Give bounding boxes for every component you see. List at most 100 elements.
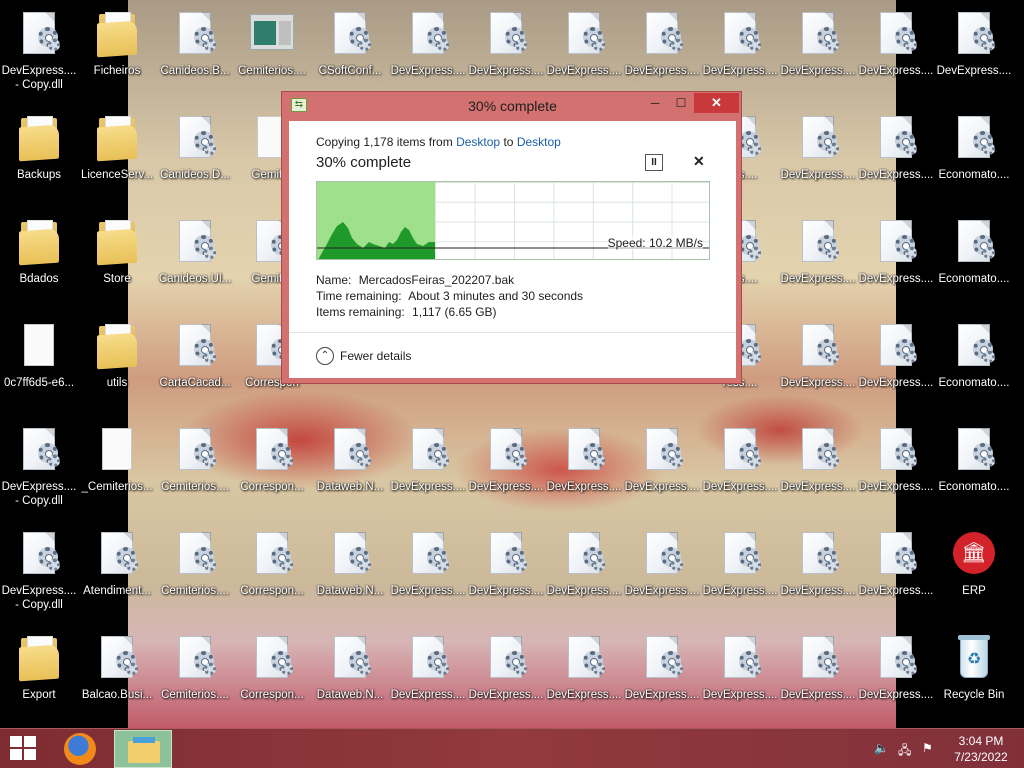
desktop-icon[interactable]: G	[1013, 524, 1024, 624]
desktop-icon[interactable]: DevExpress....	[389, 4, 467, 104]
desktop-icon[interactable]: DevExpress....	[857, 4, 935, 104]
source-link[interactable]: Desktop	[456, 135, 500, 149]
desktop-icon[interactable]: Canideos.B...	[156, 4, 234, 104]
desktop-icon-label: DevExpress....	[624, 481, 700, 493]
desktop-icon[interactable]: DevExpress....	[857, 316, 935, 416]
desktop-icon[interactable]: DevExpress....	[857, 108, 935, 208]
desktop-icon[interactable]: DevExpress....	[701, 4, 779, 104]
speaker-muted-icon[interactable]: 🔈	[874, 741, 889, 755]
desktop-icon[interactable]: F	[1013, 212, 1024, 312]
desktop-icon[interactable]: DevExpress....	[467, 628, 545, 728]
desktop-icon[interactable]: DevExpress....	[545, 628, 623, 728]
desktop-icon[interactable]: Economato....	[935, 420, 1013, 520]
desktop-icon[interactable]: Atendiment...	[78, 524, 156, 624]
desktop-icon[interactable]: Store	[78, 212, 156, 312]
items-row: Items remaining: 1,117 (6.65 GB)	[316, 305, 497, 319]
file-explorer-icon[interactable]	[114, 730, 172, 768]
desktop-icon[interactable]: DevExpress....	[389, 420, 467, 520]
desktop-icon[interactable]: DevExpress....	[779, 4, 857, 104]
desktop-icon[interactable]: DevExpress....	[701, 524, 779, 624]
desktop-icon[interactable]: CartaCacad...	[156, 316, 234, 416]
dll-file-icon	[248, 634, 296, 682]
desktop-icon[interactable]: 0c7ff6d5-e6...	[0, 316, 78, 416]
desktop-icon[interactable]: DevExpress.... - Copy.dll	[0, 524, 78, 624]
desktop-icon[interactable]: Cemiterios....	[233, 4, 311, 104]
desktop-icon[interactable]: Cemiterios....	[156, 420, 234, 520]
desktop-icon[interactable]: DevExpress....	[623, 420, 701, 520]
desktop-icon[interactable]: Correspon...	[233, 420, 311, 520]
desktop-icon[interactable]: DevExpress....	[545, 4, 623, 104]
desktop-icon[interactable]: DevExpress....	[779, 108, 857, 208]
pause-button[interactable]: II	[645, 154, 663, 171]
desktop-icon[interactable]: DevExpress....	[389, 524, 467, 624]
desktop-icon[interactable]: DevExpress....	[623, 628, 701, 728]
desktop-icon[interactable]: DevExpress....	[857, 524, 935, 624]
desktop-icon[interactable]: Dataweb.N...	[311, 628, 389, 728]
desktop-icon[interactable]: DevExpress....	[779, 316, 857, 416]
desktop-icon[interactable]: DevExpress....	[857, 212, 935, 312]
destination-link[interactable]: Desktop	[517, 135, 561, 149]
desktop-icon[interactable]: DevExpress....	[779, 524, 857, 624]
desktop-icon[interactable]: 🏛 ERP	[935, 524, 1013, 624]
desktop-icon[interactable]: Balcao.Busi...	[78, 628, 156, 728]
desktop-icon[interactable]: Canideos.Ul...	[156, 212, 234, 312]
clock[interactable]: 3:04 PM 7/23/2022	[948, 733, 1014, 765]
desktop-icon[interactable]: DevExpress....	[623, 4, 701, 104]
desktop-icon[interactable]: Correspon...	[233, 524, 311, 624]
network-icon[interactable]: 🖧	[898, 741, 911, 762]
desktop-icon[interactable]: DevExpress.... - Copy.dll	[0, 420, 78, 520]
desktop-icon[interactable]: DevExpress....	[467, 420, 545, 520]
dialog-titlebar[interactable]: ⇆ 30% complete ─ ☐ ✕	[282, 92, 741, 120]
desktop-icon[interactable]: DevExpress....	[545, 524, 623, 624]
desktop-icon[interactable]: DevExpress....	[779, 212, 857, 312]
desktop-icon[interactable]: DevExpress....	[389, 628, 467, 728]
desktop-icon[interactable]: DevExpress....	[779, 420, 857, 520]
desktop-icon[interactable]: Canideos.D...	[156, 108, 234, 208]
desktop-icon[interactable]: DevExpress....	[467, 524, 545, 624]
desktop-icon[interactable]: Economato....	[935, 212, 1013, 312]
action-center-icon[interactable]: ⚑	[922, 741, 933, 755]
desktop-icon[interactable]: Recycle Bin	[935, 628, 1013, 728]
desktop-icon[interactable]: DevExpress....	[701, 420, 779, 520]
desktop-icon[interactable]: utils	[78, 316, 156, 416]
desktop-icon[interactable]: Ficheiros	[78, 4, 156, 104]
desktop-icon[interactable]: _Cemiterios...	[78, 420, 156, 520]
desktop-icon[interactable]: DevExpress.... - Copy.dll	[0, 4, 78, 104]
desktop-icon[interactable]: Backups	[0, 108, 78, 208]
desktop-icon[interactable]: DevExpress....	[623, 524, 701, 624]
desktop-icon[interactable]: DevExpress....	[779, 628, 857, 728]
desktop-icon[interactable]: Export	[0, 628, 78, 728]
desktop-icon[interactable]: Dataweb.N...	[311, 524, 389, 624]
desktop-icon-label: Atendiment...	[83, 585, 151, 597]
blank-file-icon	[93, 426, 141, 474]
desktop-icon[interactable]: Economato....	[935, 108, 1013, 208]
dll-file-icon	[404, 426, 452, 474]
desktop-icon[interactable]: CSoftConf...	[311, 4, 389, 104]
desktop-icon[interactable]: Economato....	[935, 316, 1013, 416]
desktop-icon[interactable]: Bdados	[0, 212, 78, 312]
desktop-icon[interactable]: Ir	[1013, 628, 1024, 728]
desktop-icon[interactable]: Cemiterios....	[156, 628, 234, 728]
desktop-icon[interactable]: DevExpress....	[545, 420, 623, 520]
windows-logo-tile	[10, 736, 22, 747]
start-button[interactable]	[10, 736, 38, 762]
cancel-copy-button[interactable]: ✕	[693, 153, 705, 170]
maximize-button[interactable]: ☐	[668, 93, 694, 113]
desktop-icon[interactable]: F	[1013, 108, 1024, 208]
minimize-button[interactable]: ─	[642, 93, 668, 113]
dll-file-icon	[950, 10, 998, 58]
desktop-icon[interactable]: Correspon...	[233, 628, 311, 728]
desktop-icon[interactable]: Dataweb.N...	[311, 420, 389, 520]
desktop-icon[interactable]: DevExpress....	[935, 4, 1013, 104]
desktop-icon-label: DevExpress....	[468, 585, 544, 597]
desktop-icon[interactable]: DevExpress....	[857, 628, 935, 728]
desktop-icon[interactable]: LicenceServ...	[78, 108, 156, 208]
desktop-icon[interactable]: DevExpress....	[467, 4, 545, 104]
desktop-icon[interactable]: DevExpress....	[857, 420, 935, 520]
desktop-icon[interactable]: Cemiterios....	[156, 524, 234, 624]
firefox-icon[interactable]	[64, 733, 96, 765]
fewer-details-button[interactable]: ⌃ Fewer details	[316, 347, 411, 365]
desktop-icon[interactable]: F	[1013, 316, 1024, 416]
desktop-icon[interactable]: DevExpress....	[701, 628, 779, 728]
close-button[interactable]: ✕	[694, 93, 739, 113]
